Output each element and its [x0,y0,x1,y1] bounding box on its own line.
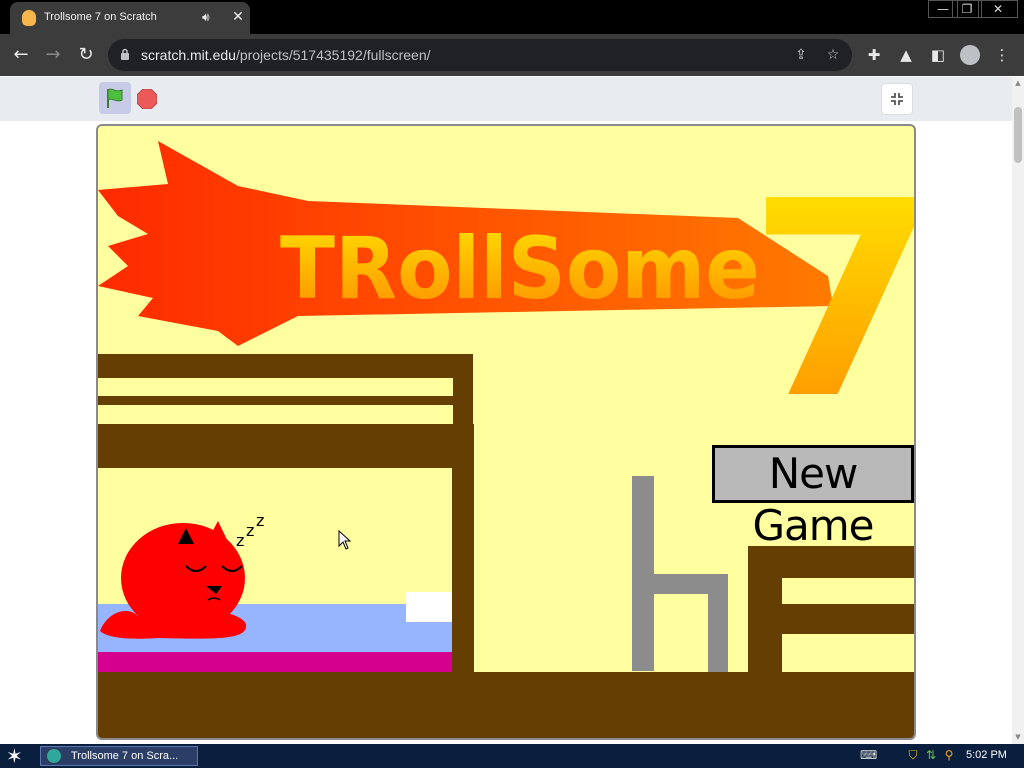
url-host: scratch.mit.edu [141,47,236,63]
profile-icon[interactable] [960,45,980,65]
pillow [406,592,452,622]
taskbar-item-label: Trollsome 7 on Scra... [71,750,179,762]
tab-title: Trollsome 7 on Scratch [44,11,157,23]
stop-icon[interactable] [136,88,158,110]
search-icon[interactable]: ⚲ [942,748,956,762]
game-title-logo: TRollSome [280,219,760,319]
exit-fullscreen-icon[interactable] [881,83,913,115]
bunk-middle-rail [98,396,473,405]
chair-back [632,476,654,671]
bunk-lower-board [98,424,474,468]
puzzle-icon[interactable]: ✚ [864,45,884,65]
url-path: /projects/517435192/fullscreen/ [235,47,431,63]
table-shelf [748,604,914,634]
reload-icon[interactable]: ↻ [73,42,99,68]
lock-icon [121,48,129,60]
browser-tab[interactable]: Trollsome 7 on Scratch 🔊︎ ✕ [10,2,250,34]
mouse-cursor-icon [338,530,352,550]
scroll-down-icon[interactable]: ▼ [1014,733,1022,741]
forward-arrow-icon[interactable]: → [40,42,66,68]
taskbar-clock: 5:02 PM [966,749,1007,761]
flask-icon[interactable]: ▲ [896,45,916,65]
scroll-up-icon[interactable]: ▲ [1014,79,1022,87]
scroll-thumb[interactable] [1014,107,1022,163]
speaker-icon[interactable]: 🔊︎ [202,10,216,24]
back-arrow-icon[interactable]: ← [8,42,34,68]
star-start-icon[interactable]: ✶ [6,746,26,766]
shield-icon[interactable]: ⛉ [906,748,920,762]
title-bar: Trollsome 7 on Scratch 🔊︎ ✕ — ❐ ✕ [0,0,1024,34]
scrollbar[interactable]: ▲ ▼ [1012,77,1024,744]
browser-app-icon [47,749,61,763]
tab-close-button[interactable]: ✕ [230,9,246,25]
game-scene: TRollSome 7 z z [98,141,914,738]
floor [98,672,914,738]
bunk-top-post [453,354,473,424]
bunk-top-rail [98,354,473,378]
share-icon[interactable]: ⇪ [792,46,810,64]
green-flag-icon[interactable] [99,82,131,114]
mattress [98,652,452,674]
browser-toolbar: ← → ↻ scratch.mit.edu/projects/517435192… [0,34,1024,76]
game-stage[interactable]: TRollSome 7 z z [96,124,916,740]
url-text: scratch.mit.edu/projects/517435192/fulls… [141,47,431,63]
keyboard-icon[interactable]: ⌨ [860,748,877,762]
close-window-button[interactable]: ✕ [978,0,1018,18]
bunk-leg [452,468,474,678]
os-taskbar: ✶ Trollsome 7 on Scra... ⌨ ⛉ ⇅ ⚲ 5:02 PM [0,744,1024,768]
star-icon[interactable]: ☆ [824,46,842,64]
sleep-z-2: z [246,521,254,540]
side-panel-icon[interactable]: ◧ [928,45,948,65]
scratch-favicon-icon [22,10,36,26]
sleep-z-1: z [236,531,244,550]
player-controls-bar [0,77,1012,121]
new-game-button[interactable]: New Game [712,445,914,550]
sleeping-cat [100,521,247,639]
sleep-z-3: z [256,511,264,530]
chair-leg [708,574,728,672]
address-bar[interactable]: scratch.mit.edu/projects/517435192/fulls… [108,39,852,71]
taskbar-item-browser[interactable]: Trollsome 7 on Scra... [40,746,198,766]
game-title-number: 7 [748,143,914,458]
network-icon[interactable]: ⇅ [924,748,938,762]
more-icon[interactable]: ⋮ [992,45,1012,65]
page-content: TRollSome 7 z z [0,77,1024,744]
